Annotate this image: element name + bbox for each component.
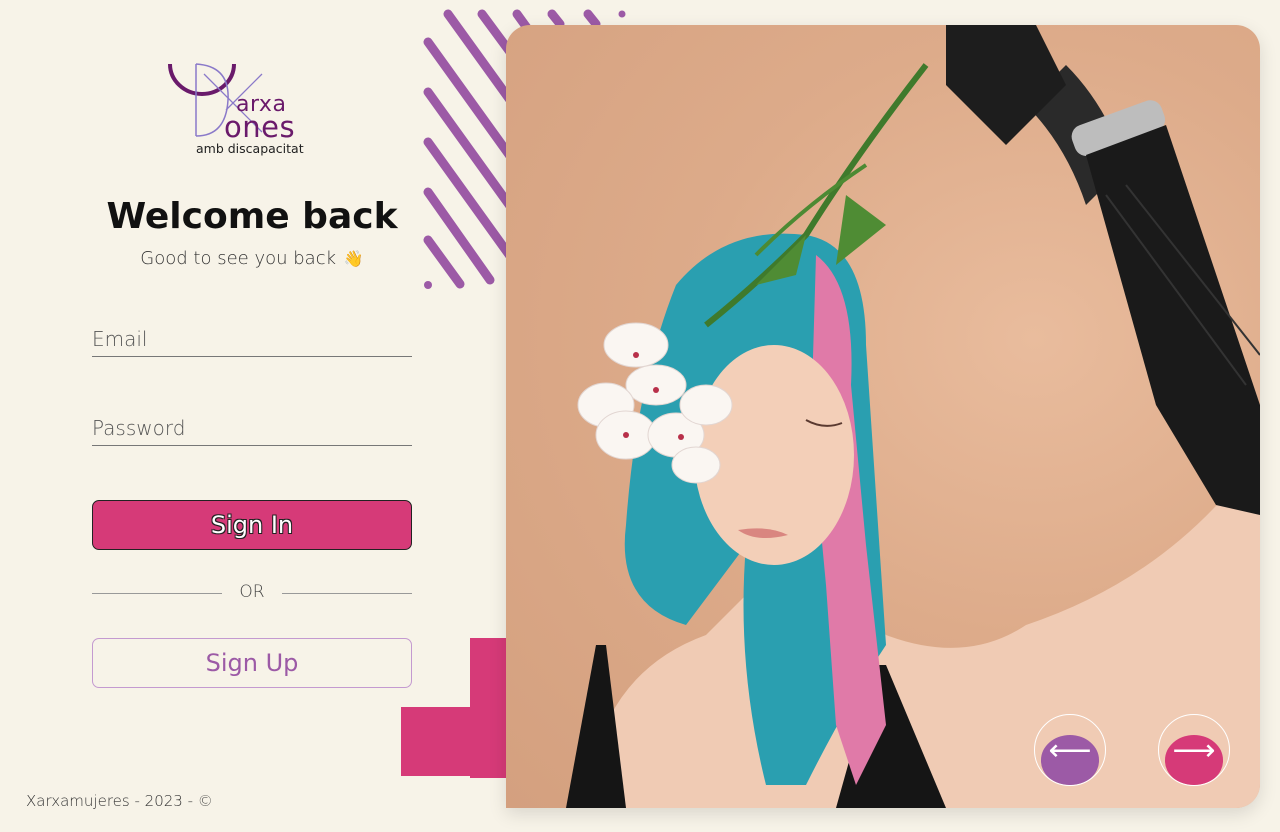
logo-tagline: amb discapacitat	[196, 141, 304, 156]
page-title: Welcome back	[106, 196, 398, 237]
password-field[interactable]	[92, 411, 412, 446]
brand-logo: arxa ones amb discapacitat	[164, 60, 314, 160]
or-divider: OR	[92, 582, 412, 606]
arrow-right-icon: ⟶	[1172, 734, 1216, 767]
divider-line	[282, 593, 412, 594]
sign-in-button[interactable]: Sign In	[92, 500, 412, 550]
hero-image	[506, 25, 1260, 808]
subtitle-text: Good to see you back	[140, 248, 337, 269]
carousel-prev-button[interactable]: ⟵	[1034, 714, 1106, 786]
sign-up-button[interactable]: Sign Up	[92, 638, 412, 688]
or-label: OR	[239, 582, 265, 602]
carousel-next-button[interactable]: ⟶	[1158, 714, 1230, 786]
decorative-block	[401, 707, 511, 776]
arrow-left-icon: ⟵	[1048, 734, 1092, 767]
logo-text: ones	[224, 110, 296, 144]
waving-hand-icon: 👋	[343, 249, 364, 268]
footer-copyright: Xarxamujeres - 2023 - ©	[26, 792, 213, 810]
email-field[interactable]	[92, 322, 412, 357]
page-subtitle: Good to see you back 👋	[92, 248, 412, 269]
